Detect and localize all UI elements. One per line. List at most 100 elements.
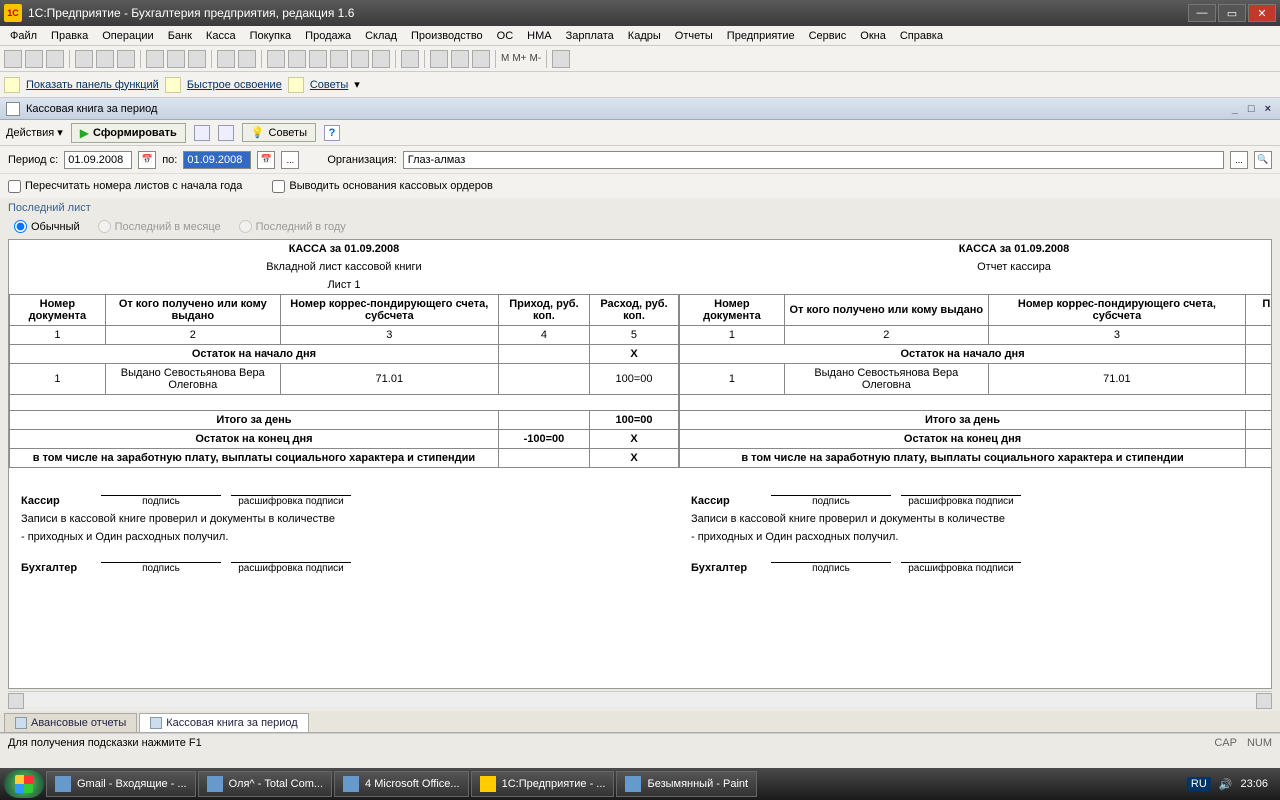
secondary-toolbar: Показать панель функций Быстрое освоение… (0, 72, 1280, 98)
report-area[interactable]: КАССА за 01.09.2008 Вкладной лист кассов… (8, 239, 1272, 689)
menu-edit[interactable]: Правка (45, 28, 94, 44)
report-title: КАССА за 01.09.2008 (10, 240, 679, 258)
menu-bank[interactable]: Банк (162, 28, 198, 44)
tool-icon[interactable] (330, 50, 348, 68)
menu-windows[interactable]: Окна (854, 28, 892, 44)
cell: 100=00 (589, 364, 678, 395)
dropdown-icon[interactable]: ▾ (354, 78, 360, 91)
taskbar-totalcmd[interactable]: Оля^ - Total Com... (198, 771, 332, 797)
action-bar: Действия ▾ ▶Сформировать 💡Советы ? (0, 120, 1280, 146)
mem-mminus[interactable]: M- (530, 53, 542, 64)
menu-operations[interactable]: Операции (96, 28, 159, 44)
col-income: Приход, руб. коп. (498, 295, 589, 326)
copy-icon[interactable] (96, 50, 114, 68)
cut-icon[interactable] (75, 50, 93, 68)
open-icon[interactable] (25, 50, 43, 68)
menu-production[interactable]: Производство (405, 28, 489, 44)
doc-max-button[interactable]: □ (1245, 103, 1258, 115)
minimize-button[interactable]: — (1188, 4, 1216, 22)
document-title: Кассовая книга за период (26, 103, 157, 115)
menu-file[interactable]: Файл (4, 28, 43, 44)
date-from-input[interactable] (64, 151, 132, 169)
start-button[interactable] (4, 770, 44, 798)
maximize-button[interactable]: ▭ (1218, 4, 1246, 22)
menu-help[interactable]: Справка (894, 28, 949, 44)
book-icon (165, 77, 181, 93)
tips-button[interactable]: 💡Советы (242, 123, 316, 142)
col-who: От кого получено или кому выдано (105, 295, 280, 326)
redo-icon[interactable] (188, 50, 206, 68)
table-icon[interactable] (430, 50, 448, 68)
actions-dropdown[interactable]: Действия ▾ (6, 126, 63, 139)
org-search-button[interactable]: 🔍 (1254, 151, 1272, 169)
radio-year[interactable]: Последний в году (239, 220, 346, 233)
show-panel-link[interactable]: Показать панель функций (26, 79, 159, 91)
calendar-icon[interactable]: 📅 (257, 151, 275, 169)
menu-salary[interactable]: Зарплата (560, 28, 620, 44)
menu-warehouse[interactable]: Склад (359, 28, 403, 44)
fast-learn-link[interactable]: Быстрое освоение (187, 79, 282, 91)
org-dots-button[interactable]: ... (1230, 151, 1248, 169)
new-icon[interactable] (4, 50, 22, 68)
menu-staff[interactable]: Кадры (622, 28, 667, 44)
paste-icon[interactable] (117, 50, 135, 68)
menu-sale[interactable]: Продажа (299, 28, 357, 44)
tool2-icon[interactable] (218, 125, 234, 141)
tool1-icon[interactable] (194, 125, 210, 141)
taskbar-paint[interactable]: Безымянный - Paint (616, 771, 757, 797)
menu-reports[interactable]: Отчеты (669, 28, 719, 44)
tab-advance-reports[interactable]: Авансовые отчеты (4, 713, 137, 732)
table-icon[interactable] (451, 50, 469, 68)
menu-service[interactable]: Сервис (803, 28, 853, 44)
close-button[interactable]: ✕ (1248, 4, 1276, 22)
lang-indicator[interactable]: RU (1187, 777, 1211, 791)
tips-link[interactable]: Советы (310, 79, 348, 91)
taskbar-1c[interactable]: 1С:Предприятие - ... (471, 771, 615, 797)
org-input[interactable]: Глаз-алмаз (403, 151, 1224, 169)
tab-cash-book[interactable]: Кассовая книга за период (139, 713, 308, 732)
menu-cash[interactable]: Касса (200, 28, 242, 44)
tool-icon[interactable] (267, 50, 285, 68)
table-icon[interactable] (472, 50, 490, 68)
radio-usual[interactable]: Обычный (14, 220, 80, 233)
tool-icon[interactable] (309, 50, 327, 68)
clock[interactable]: 23:06 (1240, 778, 1268, 790)
period-picker-button[interactable]: ... (281, 151, 299, 169)
radio-month[interactable]: Последний в месяце (98, 220, 221, 233)
separator (261, 50, 262, 68)
horizontal-scrollbar[interactable] (8, 691, 1272, 707)
mem-m[interactable]: M (501, 53, 509, 64)
col-account: Номер коррес-пондирующего счета, субсчет… (280, 295, 498, 326)
help-button[interactable]: ? (324, 125, 340, 141)
save-icon[interactable] (46, 50, 64, 68)
doc-close-button[interactable]: × (1262, 103, 1274, 115)
menu-os[interactable]: ОС (491, 28, 520, 44)
recalc-checkbox[interactable]: Пересчитать номера листов с начала года (8, 180, 242, 193)
tool-icon[interactable] (351, 50, 369, 68)
menu-purchase[interactable]: Покупка (244, 28, 298, 44)
report-subtitle-left: Вкладной лист кассовой книги (10, 258, 679, 276)
help-icon[interactable] (401, 50, 419, 68)
mem-mplus[interactable]: M+ (512, 53, 526, 64)
separator (424, 50, 425, 68)
doc-restore-button[interactable]: _ (1229, 103, 1241, 115)
tool-icon[interactable] (372, 50, 390, 68)
menu-enterprise[interactable]: Предприятие (721, 28, 801, 44)
taskbar-office[interactable]: 4 Microsoft Office... (334, 771, 469, 797)
form-button[interactable]: ▶Сформировать (71, 123, 186, 143)
date-to-input[interactable] (183, 151, 251, 169)
tool-icon[interactable] (288, 50, 306, 68)
colnum: 2 (105, 326, 280, 345)
menu-nma[interactable]: НМА (521, 28, 557, 44)
undo-icon[interactable] (167, 50, 185, 68)
calc-icon[interactable] (217, 50, 235, 68)
tray-icon[interactable]: 🔊 (1219, 778, 1233, 791)
taskbar-gmail[interactable]: Gmail - Входящие - ... (46, 771, 196, 797)
show-basis-checkbox[interactable]: Выводить основания кассовых ордеров (272, 180, 492, 193)
row-day-total: Итого за день (10, 411, 499, 430)
cell: 71.01 (988, 364, 1245, 395)
calendar-icon[interactable] (238, 50, 256, 68)
settings-icon[interactable] (552, 50, 570, 68)
calendar-icon[interactable]: 📅 (138, 151, 156, 169)
find-icon[interactable] (146, 50, 164, 68)
